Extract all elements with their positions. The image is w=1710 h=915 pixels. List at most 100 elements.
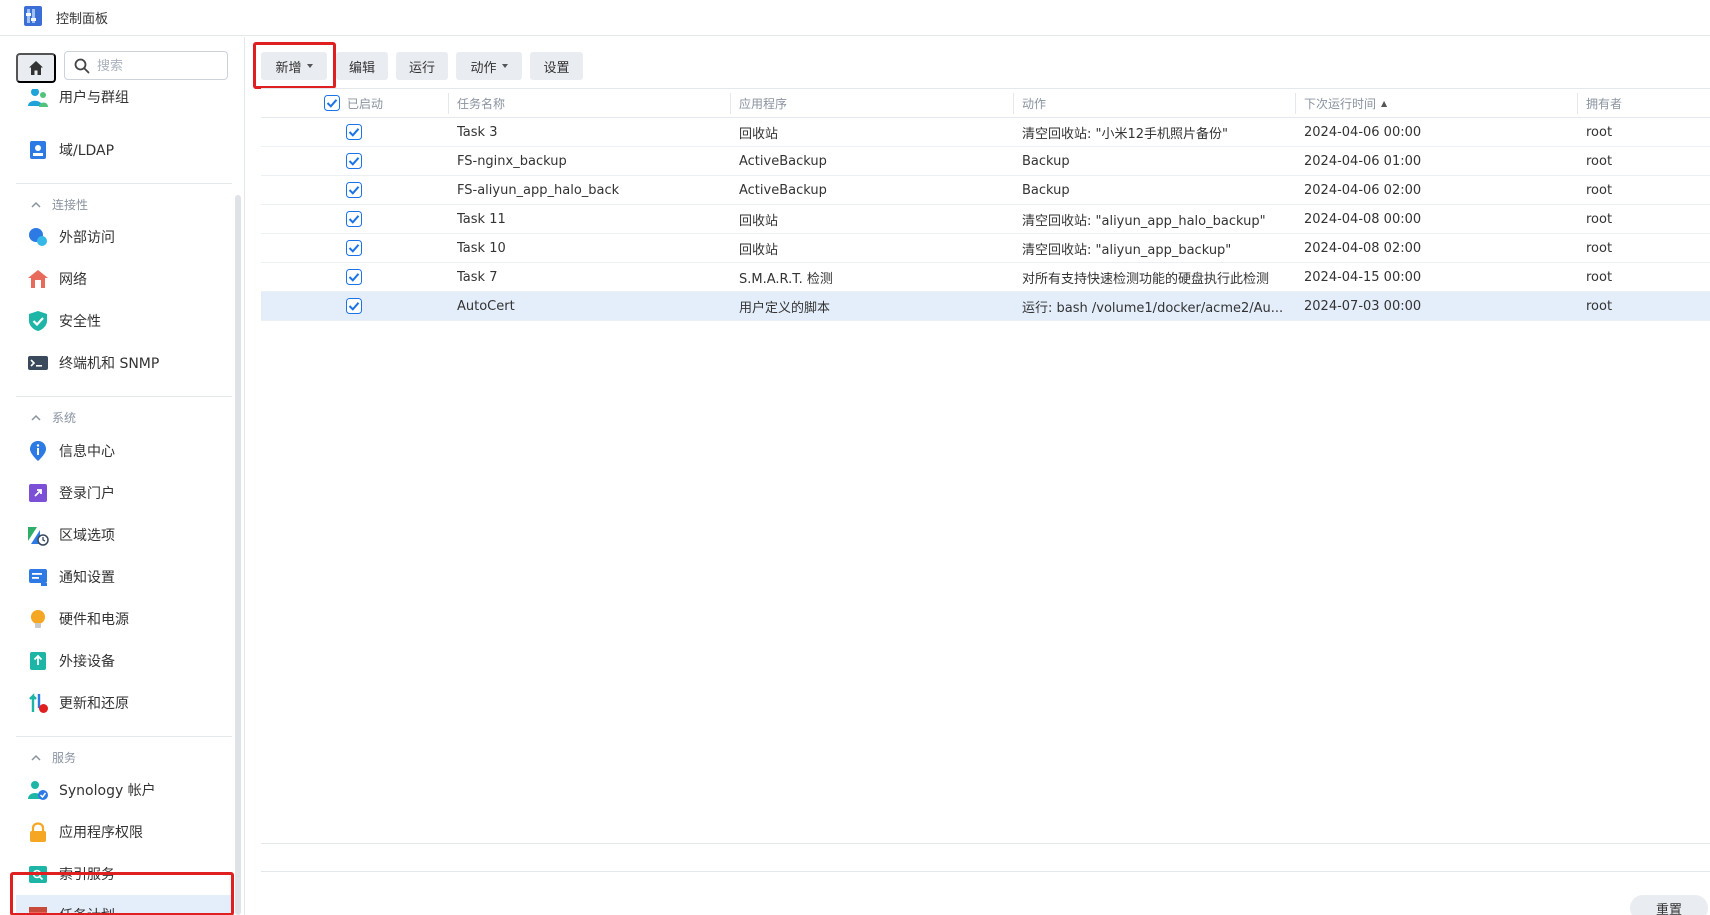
run-button[interactable]: 运行 — [396, 52, 448, 80]
sidebar-item-users[interactable]: 用户与群组 — [16, 89, 232, 119]
cell-owner: root — [1586, 182, 1613, 198]
title-bar: 控制面板 — [0, 0, 1710, 36]
sidebar-item-hardware-power[interactable]: 硬件和电源 — [16, 599, 232, 639]
cell-owner: root — [1586, 269, 1613, 285]
section-services[interactable]: 服务 — [30, 749, 76, 766]
enabled-checkbox[interactable] — [346, 298, 362, 314]
table-header: 已启动 任务名称 应用程序 动作 下次运行时间 ▲ 拥有者 — [261, 88, 1710, 118]
column-header-owner[interactable]: 拥有者 — [1586, 89, 1622, 118]
check-icon — [324, 95, 340, 111]
search-field[interactable] — [64, 51, 228, 80]
cell-owner: root — [1586, 124, 1613, 140]
sidebar-item-ldap[interactable]: 域/LDAP — [16, 130, 232, 170]
check-icon — [346, 269, 362, 285]
table-row[interactable]: Task 10 回收站 清空回收站: "aliyun_app_backup" 2024… — [261, 234, 1710, 263]
cell-next-run: 2024-04-06 00:00 — [1304, 124, 1422, 140]
sidebar-scrollbar[interactable] — [235, 195, 241, 915]
section-connectivity[interactable]: 连接性 — [30, 196, 88, 213]
external-access-icon — [29, 228, 47, 246]
sidebar-item-indexing[interactable]: 索引服务 — [16, 854, 232, 894]
check-icon — [346, 124, 362, 140]
cell-app: ActiveBackup — [739, 182, 827, 198]
lightbulb-icon — [31, 610, 45, 628]
table-row[interactable]: FS-aliyun_app_halo_back ActiveBackup Backu… — [261, 176, 1710, 205]
column-header-name[interactable]: 任务名称 — [457, 89, 505, 118]
sidebar-item-terminal[interactable]: 终端机和 SNMP — [16, 343, 232, 383]
table-row[interactable]: FS-nginx_backup ActiveBackup Backup 2024-04… — [261, 147, 1710, 176]
divider — [16, 396, 232, 397]
column-header-action[interactable]: 动作 — [1022, 89, 1046, 118]
column-header-next-run[interactable]: 下次运行时间 ▲ — [1304, 89, 1387, 118]
cell-next-run: 2024-04-08 02:00 — [1304, 240, 1422, 256]
reset-button[interactable]: 重置 — [1630, 895, 1708, 915]
cell-next-run: 2024-04-06 02:00 — [1304, 182, 1422, 198]
sidebar: 用户与群组 域/LDAP 连接性 外部访问 网络 安全性 — [0, 37, 245, 915]
cell-owner: root — [1586, 153, 1613, 169]
cell-action: 运行: bash /volume1/docker/acme2/Au... — [1022, 300, 1284, 316]
ldap-icon — [30, 141, 46, 159]
table-row[interactable]: Task 7 S.M.A.R.T. 检测 对所有支持快速检测功能的硬盘执行此检测 20… — [261, 263, 1710, 292]
cell-app: 回收站 — [739, 126, 779, 142]
cell-owner: root — [1586, 211, 1613, 227]
column-resizer[interactable] — [1295, 93, 1296, 114]
table-row[interactable]: AutoCert 用户定义的脚本 运行: bash /volume1/docker/… — [261, 292, 1710, 321]
search-input[interactable] — [97, 56, 221, 76]
edit-button[interactable]: 编辑 — [336, 52, 388, 80]
table-row[interactable]: Task 3 回收站 清空回收站: "小米12手机照片备份" 2024-04-06 0… — [261, 118, 1710, 147]
divider — [16, 183, 232, 184]
sidebar-item-task-scheduler[interactable]: 任务计划 — [16, 895, 232, 915]
enabled-checkbox[interactable] — [346, 153, 362, 169]
calendar-icon — [29, 907, 47, 915]
column-resizer[interactable] — [1577, 93, 1578, 114]
table-row[interactable]: Task 11 回收站 清空回收站: "aliyun_app_halo_backup… — [261, 205, 1710, 234]
sidebar-item-login-portal[interactable]: 登录门户 — [16, 473, 232, 513]
sidebar-item-synology-account[interactable]: Synology 帐户 — [16, 770, 232, 810]
enabled-checkbox[interactable] — [346, 240, 362, 256]
sidebar-item-external-devices[interactable]: 外接设备 — [16, 641, 232, 681]
cell-action: 清空回收站: "aliyun_app_halo_backup" — [1022, 213, 1266, 229]
sidebar-item-notification[interactable]: 通知设置 — [16, 557, 232, 597]
home-button[interactable] — [16, 53, 56, 83]
select-all-checkbox[interactable] — [324, 95, 340, 111]
sidebar-item-network[interactable]: 网络 — [16, 259, 232, 299]
enabled-checkbox[interactable] — [346, 182, 362, 198]
login-portal-icon — [29, 484, 47, 502]
section-system[interactable]: 系统 — [30, 409, 76, 426]
column-resizer[interactable] — [448, 93, 449, 114]
cell-action: 清空回收站: "aliyun_app_backup" — [1022, 242, 1232, 258]
sidebar-item-external-access[interactable]: 外部访问 — [16, 217, 232, 257]
cell-action: Backup — [1022, 182, 1070, 198]
column-resizer[interactable] — [730, 93, 731, 114]
column-header-app[interactable]: 应用程序 — [739, 89, 787, 118]
sidebar-item-regional-options[interactable]: 区域选项 — [16, 515, 232, 555]
enabled-checkbox[interactable] — [346, 124, 362, 140]
notification-icon — [29, 569, 47, 586]
chevron-up-icon — [31, 754, 41, 761]
settings-button[interactable]: 设置 — [530, 52, 583, 80]
cell-name: Task 7 — [457, 269, 498, 285]
action-button[interactable]: 动作 — [456, 52, 522, 80]
divider — [261, 871, 1710, 872]
cell-action: 对所有支持快速检测功能的硬盘执行此检测 — [1022, 271, 1270, 287]
users-icon — [28, 89, 48, 107]
create-button[interactable]: 新增 — [261, 52, 327, 80]
check-icon — [346, 298, 362, 314]
cell-next-run: 2024-04-08 00:00 — [1304, 211, 1422, 227]
sidebar-item-info-center[interactable]: 信息中心 — [16, 431, 232, 471]
caret-down-icon — [306, 64, 313, 68]
enabled-checkbox[interactable] — [346, 269, 362, 285]
column-resizer[interactable] — [1013, 93, 1014, 114]
cell-name: Task 10 — [457, 240, 506, 256]
enabled-checkbox[interactable] — [346, 211, 362, 227]
sidebar-item-update-restore[interactable]: 更新和还原 — [16, 683, 232, 723]
column-header-enabled[interactable]: 已启动 — [347, 89, 383, 118]
sidebar-item-security[interactable]: 安全性 — [16, 301, 232, 341]
shield-icon — [29, 311, 47, 331]
cell-action: 清空回收站: "小米12手机照片备份" — [1022, 126, 1229, 142]
cell-next-run: 2024-04-15 00:00 — [1304, 269, 1422, 285]
check-icon — [346, 182, 362, 198]
info-icon — [30, 441, 46, 461]
synology-account-icon — [28, 781, 48, 800]
sidebar-item-app-privileges[interactable]: 应用程序权限 — [16, 812, 232, 852]
external-device-icon — [30, 652, 46, 670]
